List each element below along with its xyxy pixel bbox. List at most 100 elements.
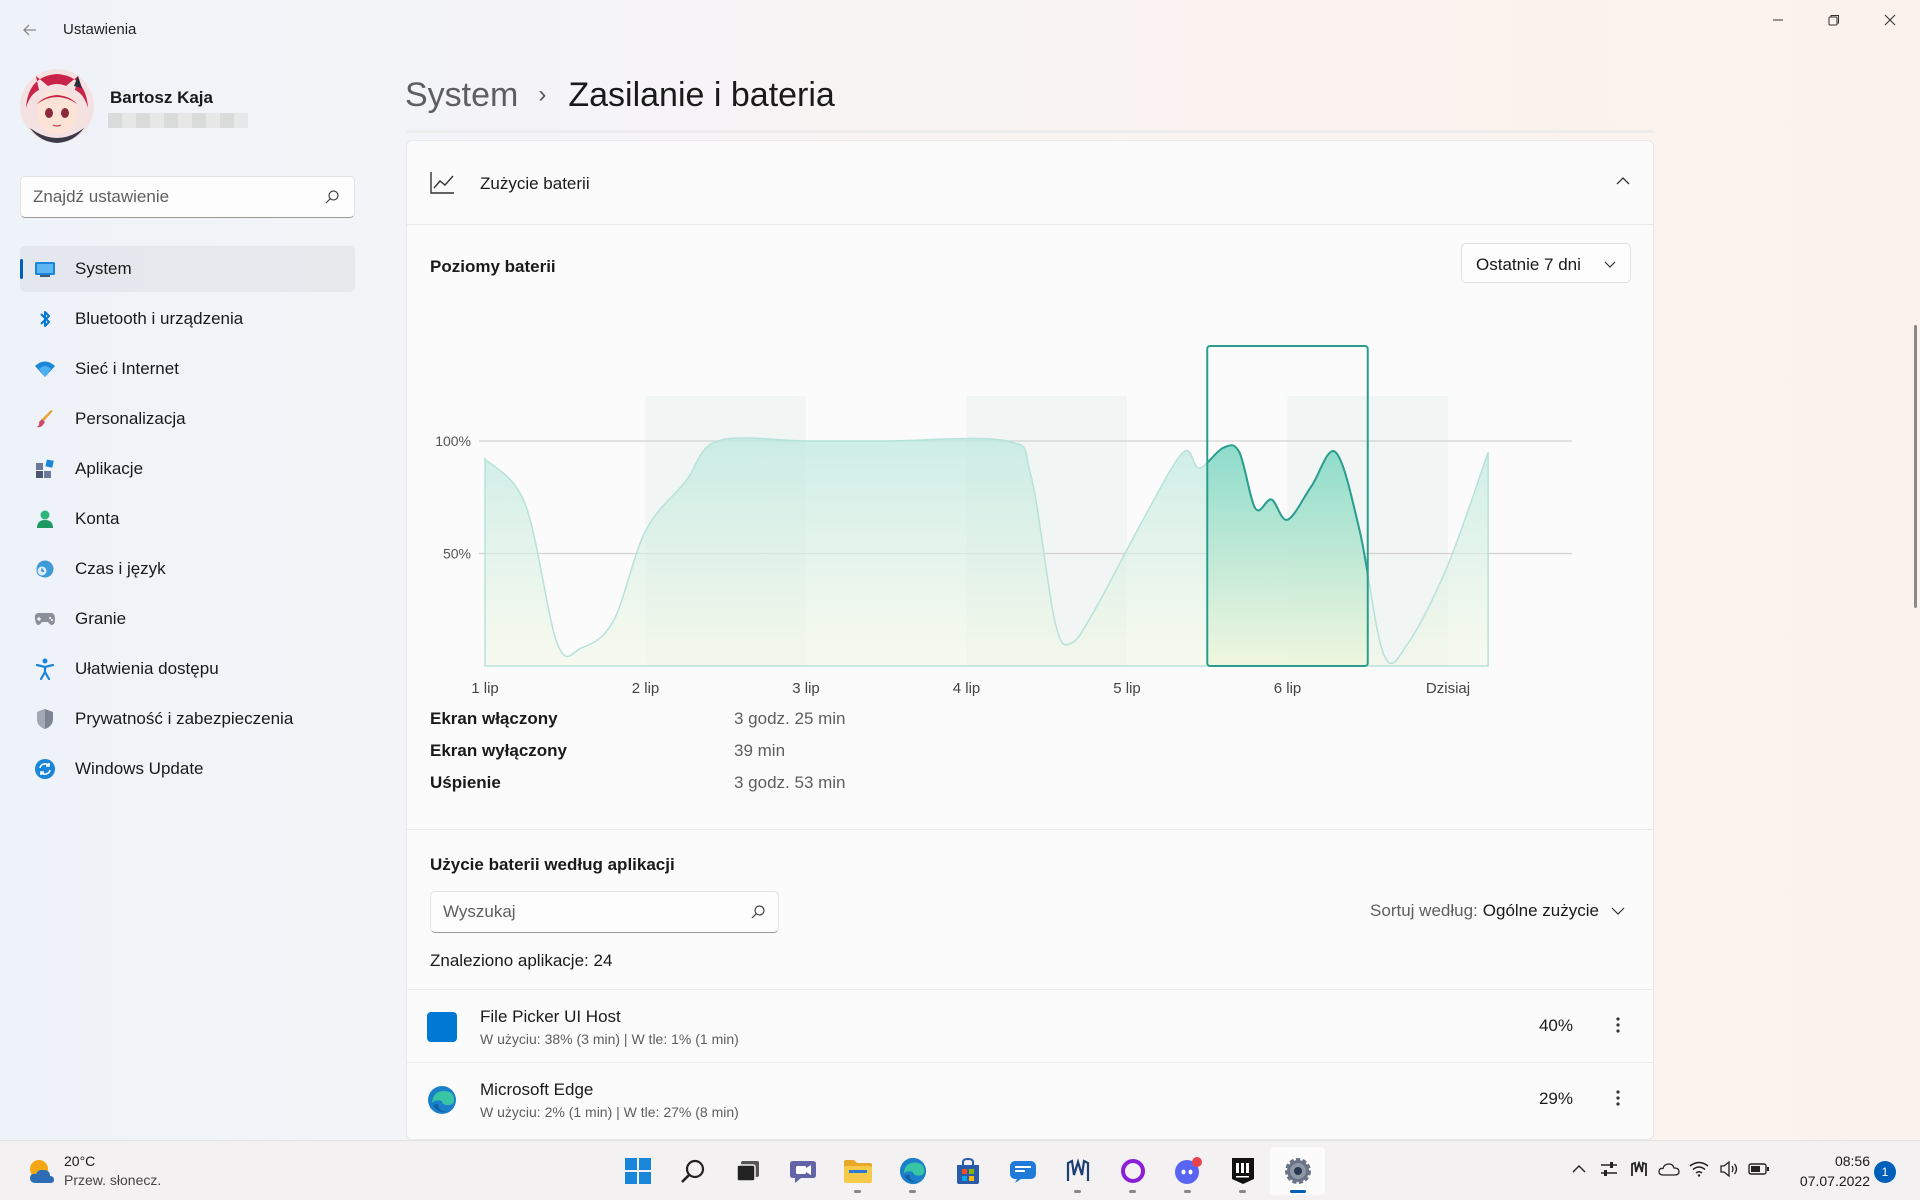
circle-app-icon — [1120, 1159, 1145, 1183]
sidebar-item-bluetooth[interactable]: Bluetooth i urządzenia — [20, 296, 355, 342]
sidebar-item-personalization[interactable]: Personalizacja — [20, 396, 355, 442]
sidebar-item-time-language[interactable]: Czas i język — [20, 546, 355, 592]
sun-cloud-icon — [30, 1160, 54, 1183]
app-name: File Picker UI Host — [480, 1007, 621, 1026]
chevron-up-icon[interactable] — [1615, 173, 1631, 189]
breadcrumb-parent[interactable]: System — [405, 76, 518, 115]
stat-row: Ekran włączony 3 godz. 25 min — [430, 709, 1030, 741]
chevron-down-icon — [1611, 907, 1625, 915]
sort-value: Ogólne zużycie — [1482, 901, 1599, 920]
app-name: Microsoft Edge — [480, 1080, 594, 1099]
file-explorer-button[interactable] — [830, 1147, 885, 1195]
discord-icon — [1174, 1157, 1202, 1184]
chevron-up-icon[interactable] — [1568, 1157, 1590, 1181]
clock[interactable]: 08:56 07.07.2022 — [1790, 1151, 1870, 1191]
app-row[interactable]: File Picker UI Host W użyciu: 38% (3 min… — [407, 989, 1653, 1061]
task-view-button[interactable] — [720, 1147, 775, 1195]
chat-button[interactable] — [775, 1147, 830, 1195]
taskbar-apps — [610, 1147, 1325, 1195]
battery-usage-card: Zużycie baterii Poziomy baterii Ostatnie… — [406, 140, 1654, 1140]
maps-tray-icon[interactable] — [1628, 1157, 1650, 1181]
app-search-input[interactable] — [443, 892, 743, 932]
weather-temperature: 20°C — [64, 1153, 96, 1169]
breadcrumb: System › Zasilanie i bateria — [405, 70, 835, 120]
sort-dropdown[interactable]: Sortuj według: Ogólne zużycie — [1370, 901, 1625, 921]
search-icon[interactable] — [750, 904, 766, 920]
battery-usage-header[interactable]: Zużycie baterii — [407, 141, 1653, 225]
maps-button[interactable] — [1050, 1147, 1105, 1195]
sidebar-item-label: Bluetooth i urządzenia — [75, 309, 244, 328]
mail-icon — [1009, 1161, 1036, 1183]
sidebar-item-accessibility[interactable]: Ułatwienia dostępu — [20, 646, 355, 692]
mail-button[interactable] — [995, 1147, 1050, 1195]
x-tick-label: 2 lip — [632, 680, 660, 697]
breadcrumb-separator: › — [538, 81, 547, 108]
taskbar: 20°C Przew. słonecz. 08:56 07.07.2022 1 — [0, 1140, 1920, 1200]
search-input[interactable] — [33, 177, 313, 217]
sidebar-item-apps[interactable]: Aplikacje — [20, 446, 355, 492]
taskbar-search[interactable] — [665, 1147, 720, 1195]
profile-email-redacted — [108, 113, 248, 128]
settings-icon — [1284, 1158, 1311, 1184]
arrow-left-icon — [23, 24, 36, 36]
sidebar-item-privacy[interactable]: Prywatność i zabezpieczenia — [20, 696, 355, 742]
discord-button[interactable] — [1160, 1147, 1215, 1195]
wifi-icon[interactable] — [1688, 1157, 1710, 1181]
running-indicator — [1129, 1190, 1136, 1193]
search-icon[interactable] — [324, 189, 340, 205]
sidebar-item-label: Czas i język — [75, 559, 166, 578]
shield-icon — [34, 708, 56, 730]
app-percent: 29% — [1538, 1089, 1573, 1108]
battery-level-chart[interactable]: 100% 50% 1 lip 2 lip 3 lip 4 lip 5 lip 6 lip Dz… — [407, 291, 1654, 711]
sidebar-item-system[interactable]: System — [20, 246, 355, 292]
page-title: Zasilanie i bateria — [568, 75, 835, 114]
update-icon — [34, 758, 56, 780]
restore-button[interactable] — [1806, 0, 1862, 40]
sidebar-item-label: System — [75, 259, 132, 278]
circle-app-button[interactable] — [1105, 1147, 1160, 1195]
weather-widget[interactable]: 20°C Przew. słonecz. — [26, 1151, 226, 1191]
volume-icon[interactable] — [1718, 1157, 1740, 1181]
system-tray — [1568, 1157, 1770, 1181]
settings-button[interactable] — [1270, 1147, 1325, 1195]
time-range-dropdown[interactable]: Ostatnie 7 dni — [1461, 243, 1631, 283]
close-icon — [1884, 14, 1896, 26]
app-row[interactable]: Microsoft Edge W użyciu: 2% (1 min) | W … — [407, 1062, 1653, 1134]
section-divider — [407, 829, 1653, 830]
back-button[interactable] — [14, 14, 46, 46]
x-tick-label: 4 lip — [953, 680, 981, 697]
battery-icon[interactable] — [1748, 1157, 1770, 1181]
sidebar-item-label: Prywatność i zabezpieczenia — [75, 709, 294, 728]
more-options-button[interactable] — [1603, 1010, 1633, 1040]
profile-name: Bartosz Kaja — [110, 88, 213, 107]
edge-icon — [899, 1157, 926, 1185]
sidebar-nav: System Bluetooth i urządzenia Sieć i Int… — [20, 246, 355, 796]
more-options-button[interactable] — [1603, 1083, 1633, 1113]
sidebar-item-windows-update[interactable]: Windows Update — [20, 746, 355, 792]
close-button[interactable] — [1862, 0, 1918, 40]
sliders-icon[interactable] — [1598, 1157, 1620, 1181]
onedrive-icon[interactable] — [1658, 1157, 1680, 1181]
app-search[interactable] — [430, 891, 779, 933]
sidebar-item-label: Ułatwienia dostępu — [75, 659, 219, 678]
sidebar-item-network[interactable]: Sieć i Internet — [20, 346, 355, 392]
notification-badge[interactable]: 1 — [1874, 1161, 1896, 1183]
gamepad-icon — [34, 608, 56, 630]
user-profile[interactable]: Bartosz Kaja — [20, 68, 360, 148]
settings-search[interactable] — [20, 176, 355, 218]
apps-icon — [34, 458, 56, 480]
start-button[interactable] — [610, 1147, 665, 1195]
x-tick-label: 3 lip — [792, 680, 820, 697]
sidebar-item-gaming[interactable]: Granie — [20, 596, 355, 642]
store-icon — [956, 1157, 979, 1184]
stat-value: 39 min — [734, 741, 786, 760]
sidebar-item-label: Windows Update — [75, 759, 204, 778]
active-indicator — [1290, 1190, 1306, 1193]
epic-games-button[interactable] — [1215, 1147, 1270, 1195]
store-button[interactable] — [940, 1147, 995, 1195]
edge-button[interactable] — [885, 1147, 940, 1195]
minimize-button[interactable] — [1750, 0, 1806, 40]
chart-line-icon — [430, 172, 454, 194]
sidebar-item-accounts[interactable]: Konta — [20, 496, 355, 542]
scrollbar[interactable] — [1914, 325, 1917, 608]
